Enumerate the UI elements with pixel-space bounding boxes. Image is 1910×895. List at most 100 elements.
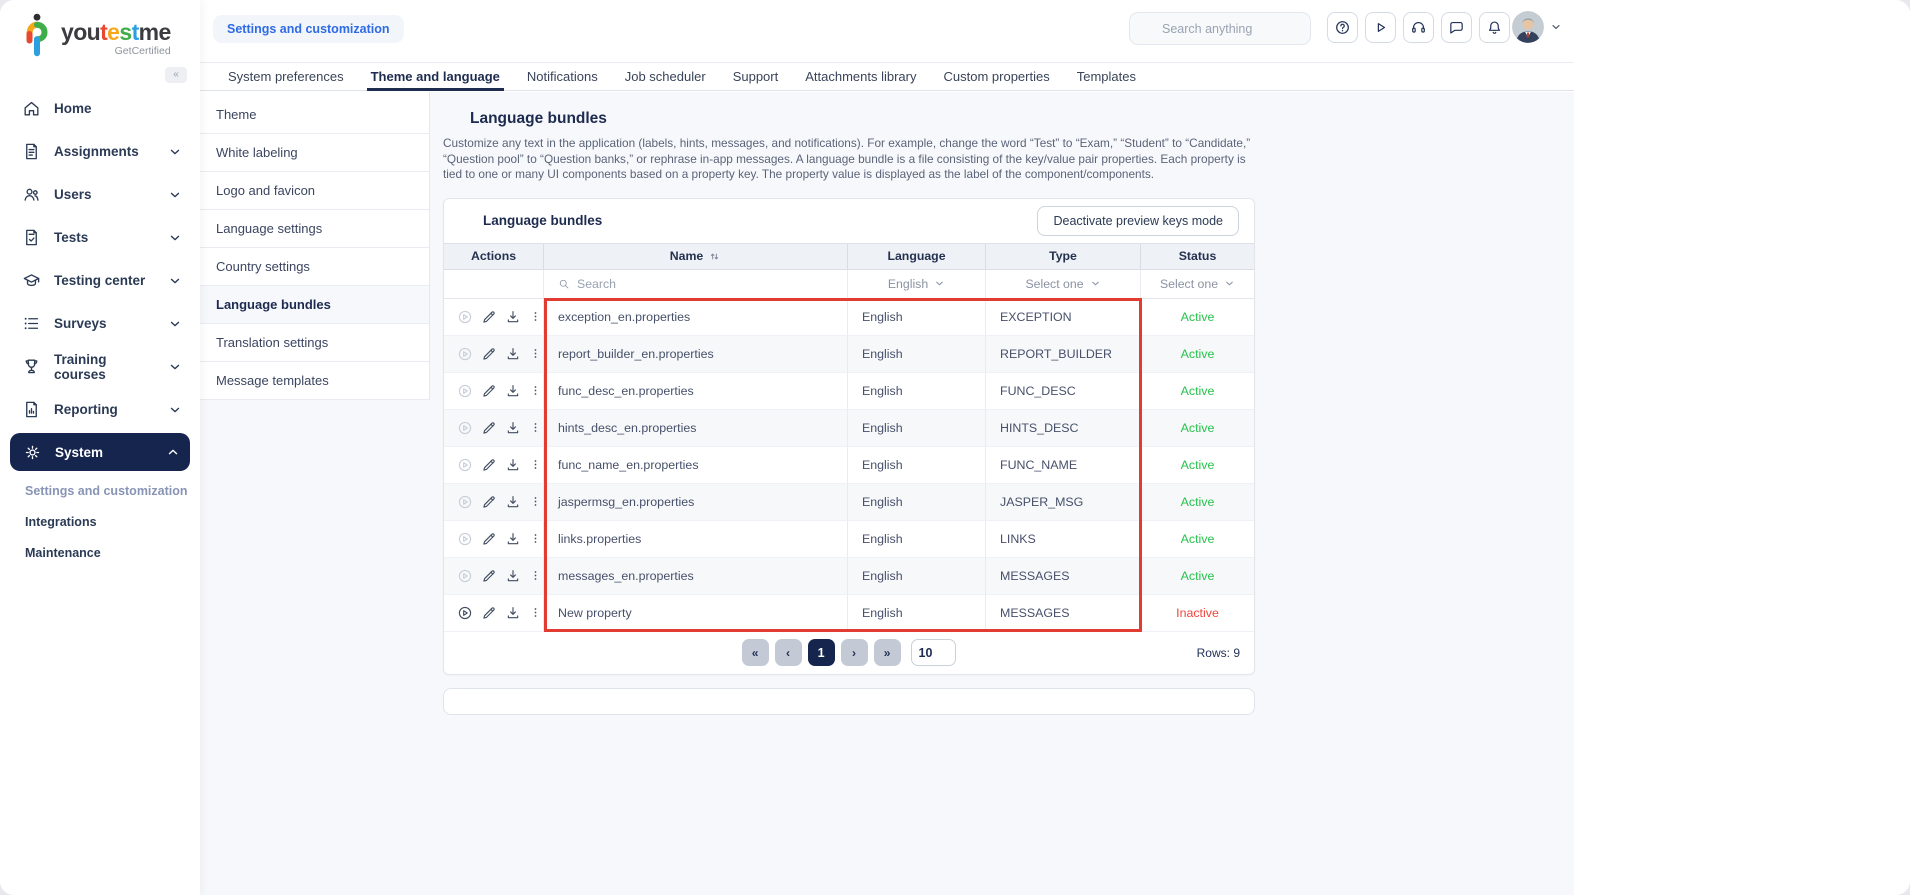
play-icon[interactable] (457, 383, 473, 399)
edit-pencil-icon[interactable] (481, 346, 497, 362)
tab-custom-properties[interactable]: Custom properties (944, 63, 1050, 90)
sidebar-item-training-courses[interactable]: Training courses (0, 345, 200, 388)
bundle-name-cell-value: messages_en.properties (558, 568, 694, 583)
page-size-select[interactable]: 10 (910, 639, 957, 666)
name-filter-input[interactable] (577, 276, 777, 291)
play-icon[interactable] (457, 605, 473, 621)
last-page-button[interactable]: » (873, 639, 901, 666)
tab-system-preferences[interactable]: System preferences (228, 63, 344, 90)
sidebar-item-system[interactable]: System (10, 433, 190, 471)
bundle-name-cell: report_builder_en.properties (544, 335, 848, 373)
menu-item-translation-settings[interactable]: Translation settings (200, 324, 429, 362)
tab-templates[interactable]: Templates (1077, 63, 1136, 90)
download-icon[interactable] (505, 531, 521, 547)
play-icon[interactable] (457, 457, 473, 473)
edit-pencil-icon[interactable] (481, 420, 497, 436)
type-filter[interactable]: Select one (986, 269, 1141, 299)
play-icon[interactable] (457, 531, 473, 547)
edit-pencil-icon[interactable] (481, 531, 497, 547)
kebab-menu-icon[interactable] (529, 605, 542, 620)
support-headset-button[interactable] (1403, 12, 1434, 43)
menu-item-language-settings[interactable]: Language settings (200, 210, 429, 248)
kebab-menu-icon[interactable] (529, 494, 542, 509)
download-icon[interactable] (505, 494, 521, 510)
menu-item-message-templates[interactable]: Message templates (200, 362, 429, 400)
tab-notifications[interactable]: Notifications (527, 63, 598, 90)
sidebar-item-label: Testing center (54, 273, 146, 288)
play-icon[interactable] (457, 420, 473, 436)
download-icon[interactable] (505, 568, 521, 584)
sidebar-item-label: Reporting (54, 402, 118, 417)
sort-icon[interactable] (708, 250, 721, 263)
play-icon[interactable] (457, 309, 473, 325)
sidebar-item-tests[interactable]: Tests (0, 216, 200, 259)
tab-job-scheduler[interactable]: Job scheduler (625, 63, 706, 90)
sidebar-subitem-maintenance[interactable]: Maintenance (0, 537, 200, 568)
download-icon[interactable] (505, 457, 521, 473)
global-search-input[interactable] (1162, 21, 1302, 36)
sidebar-item-assignments[interactable]: Assignments (0, 130, 200, 173)
bundle-name-cell: links.properties (544, 520, 848, 558)
user-avatar[interactable] (1512, 11, 1544, 43)
edit-pencil-icon[interactable] (481, 309, 497, 325)
kebab-menu-icon[interactable] (529, 457, 542, 472)
sidebar-subitem-settings-and-customization[interactable]: Settings and customization (0, 475, 200, 506)
sidebar-item-users[interactable]: Users (0, 173, 200, 216)
sidebar-collapse-button[interactable]: « (165, 67, 187, 83)
menu-item-white-labeling[interactable]: White labeling (200, 134, 429, 172)
play-icon[interactable] (457, 346, 473, 362)
page-1-button[interactable]: 1 (807, 639, 835, 666)
edit-pencil-icon[interactable] (481, 494, 497, 510)
download-icon[interactable] (505, 605, 521, 621)
deactivate-preview-keys-button[interactable]: Deactivate preview keys mode (1037, 205, 1239, 236)
page-document-button[interactable] (1083, 16, 1109, 44)
first-page-button[interactable]: « (741, 639, 769, 666)
sidebar-item-home[interactable]: Home (0, 87, 200, 130)
user-menu-chevron-down-icon[interactable] (1550, 21, 1562, 33)
next-page-button[interactable]: › (840, 639, 868, 666)
edit-pencil-icon[interactable] (481, 605, 497, 621)
menu-item-language-bundles[interactable]: Language bundles (200, 286, 429, 324)
bundle-type-cell-value: MESSAGES (1000, 605, 1070, 620)
chat-button[interactable] (1441, 12, 1472, 43)
tab-support[interactable]: Support (733, 63, 779, 90)
menu-item-theme[interactable]: Theme (200, 96, 429, 134)
download-icon[interactable] (505, 346, 521, 362)
sidebar-subitem-integrations[interactable]: Integrations (0, 506, 200, 537)
search-icon (558, 278, 570, 290)
col-header-status: Status (1141, 243, 1254, 270)
status-filter[interactable]: Select one (1141, 269, 1254, 299)
download-icon[interactable] (505, 420, 521, 436)
chevron-down-icon (168, 317, 182, 331)
edit-pencil-icon[interactable] (481, 383, 497, 399)
menu-item-country-settings[interactable]: Country settings (200, 248, 429, 286)
breadcrumb[interactable]: Settings and customization (213, 15, 404, 43)
book-open-icon (443, 109, 462, 128)
edit-pencil-icon[interactable] (481, 568, 497, 584)
edit-pencil-icon[interactable] (481, 457, 497, 473)
tab-attachments-library[interactable]: Attachments library (805, 63, 916, 90)
play-icon[interactable] (457, 494, 473, 510)
tab-theme-and-language[interactable]: Theme and language (366, 63, 505, 91)
bundle-language-cell-value: English (862, 383, 903, 398)
menu-item-logo-and-favicon[interactable]: Logo and favicon (200, 172, 429, 210)
kebab-menu-icon[interactable] (529, 531, 542, 546)
bundle-language-cell-value: English (862, 457, 903, 472)
help-button[interactable] (1327, 12, 1358, 43)
row-actions-cell (444, 372, 544, 410)
play-icon[interactable] (457, 568, 473, 584)
sidebar-item-reporting[interactable]: Reporting (0, 388, 200, 431)
kebab-menu-icon[interactable] (529, 420, 542, 435)
download-icon[interactable] (505, 383, 521, 399)
language-filter[interactable]: English (848, 269, 986, 299)
kebab-menu-icon[interactable] (529, 309, 542, 324)
kebab-menu-icon[interactable] (529, 383, 542, 398)
walkthrough-play-button[interactable] (1365, 12, 1396, 43)
prev-page-button[interactable]: ‹ (774, 639, 802, 666)
sidebar-item-surveys[interactable]: Surveys (0, 302, 200, 345)
sidebar-item-testing-center[interactable]: Testing center (0, 259, 200, 302)
kebab-menu-icon[interactable] (529, 568, 542, 583)
download-icon[interactable] (505, 309, 521, 325)
notifications-bell-button[interactable] (1479, 12, 1510, 43)
kebab-menu-icon[interactable] (529, 346, 542, 361)
